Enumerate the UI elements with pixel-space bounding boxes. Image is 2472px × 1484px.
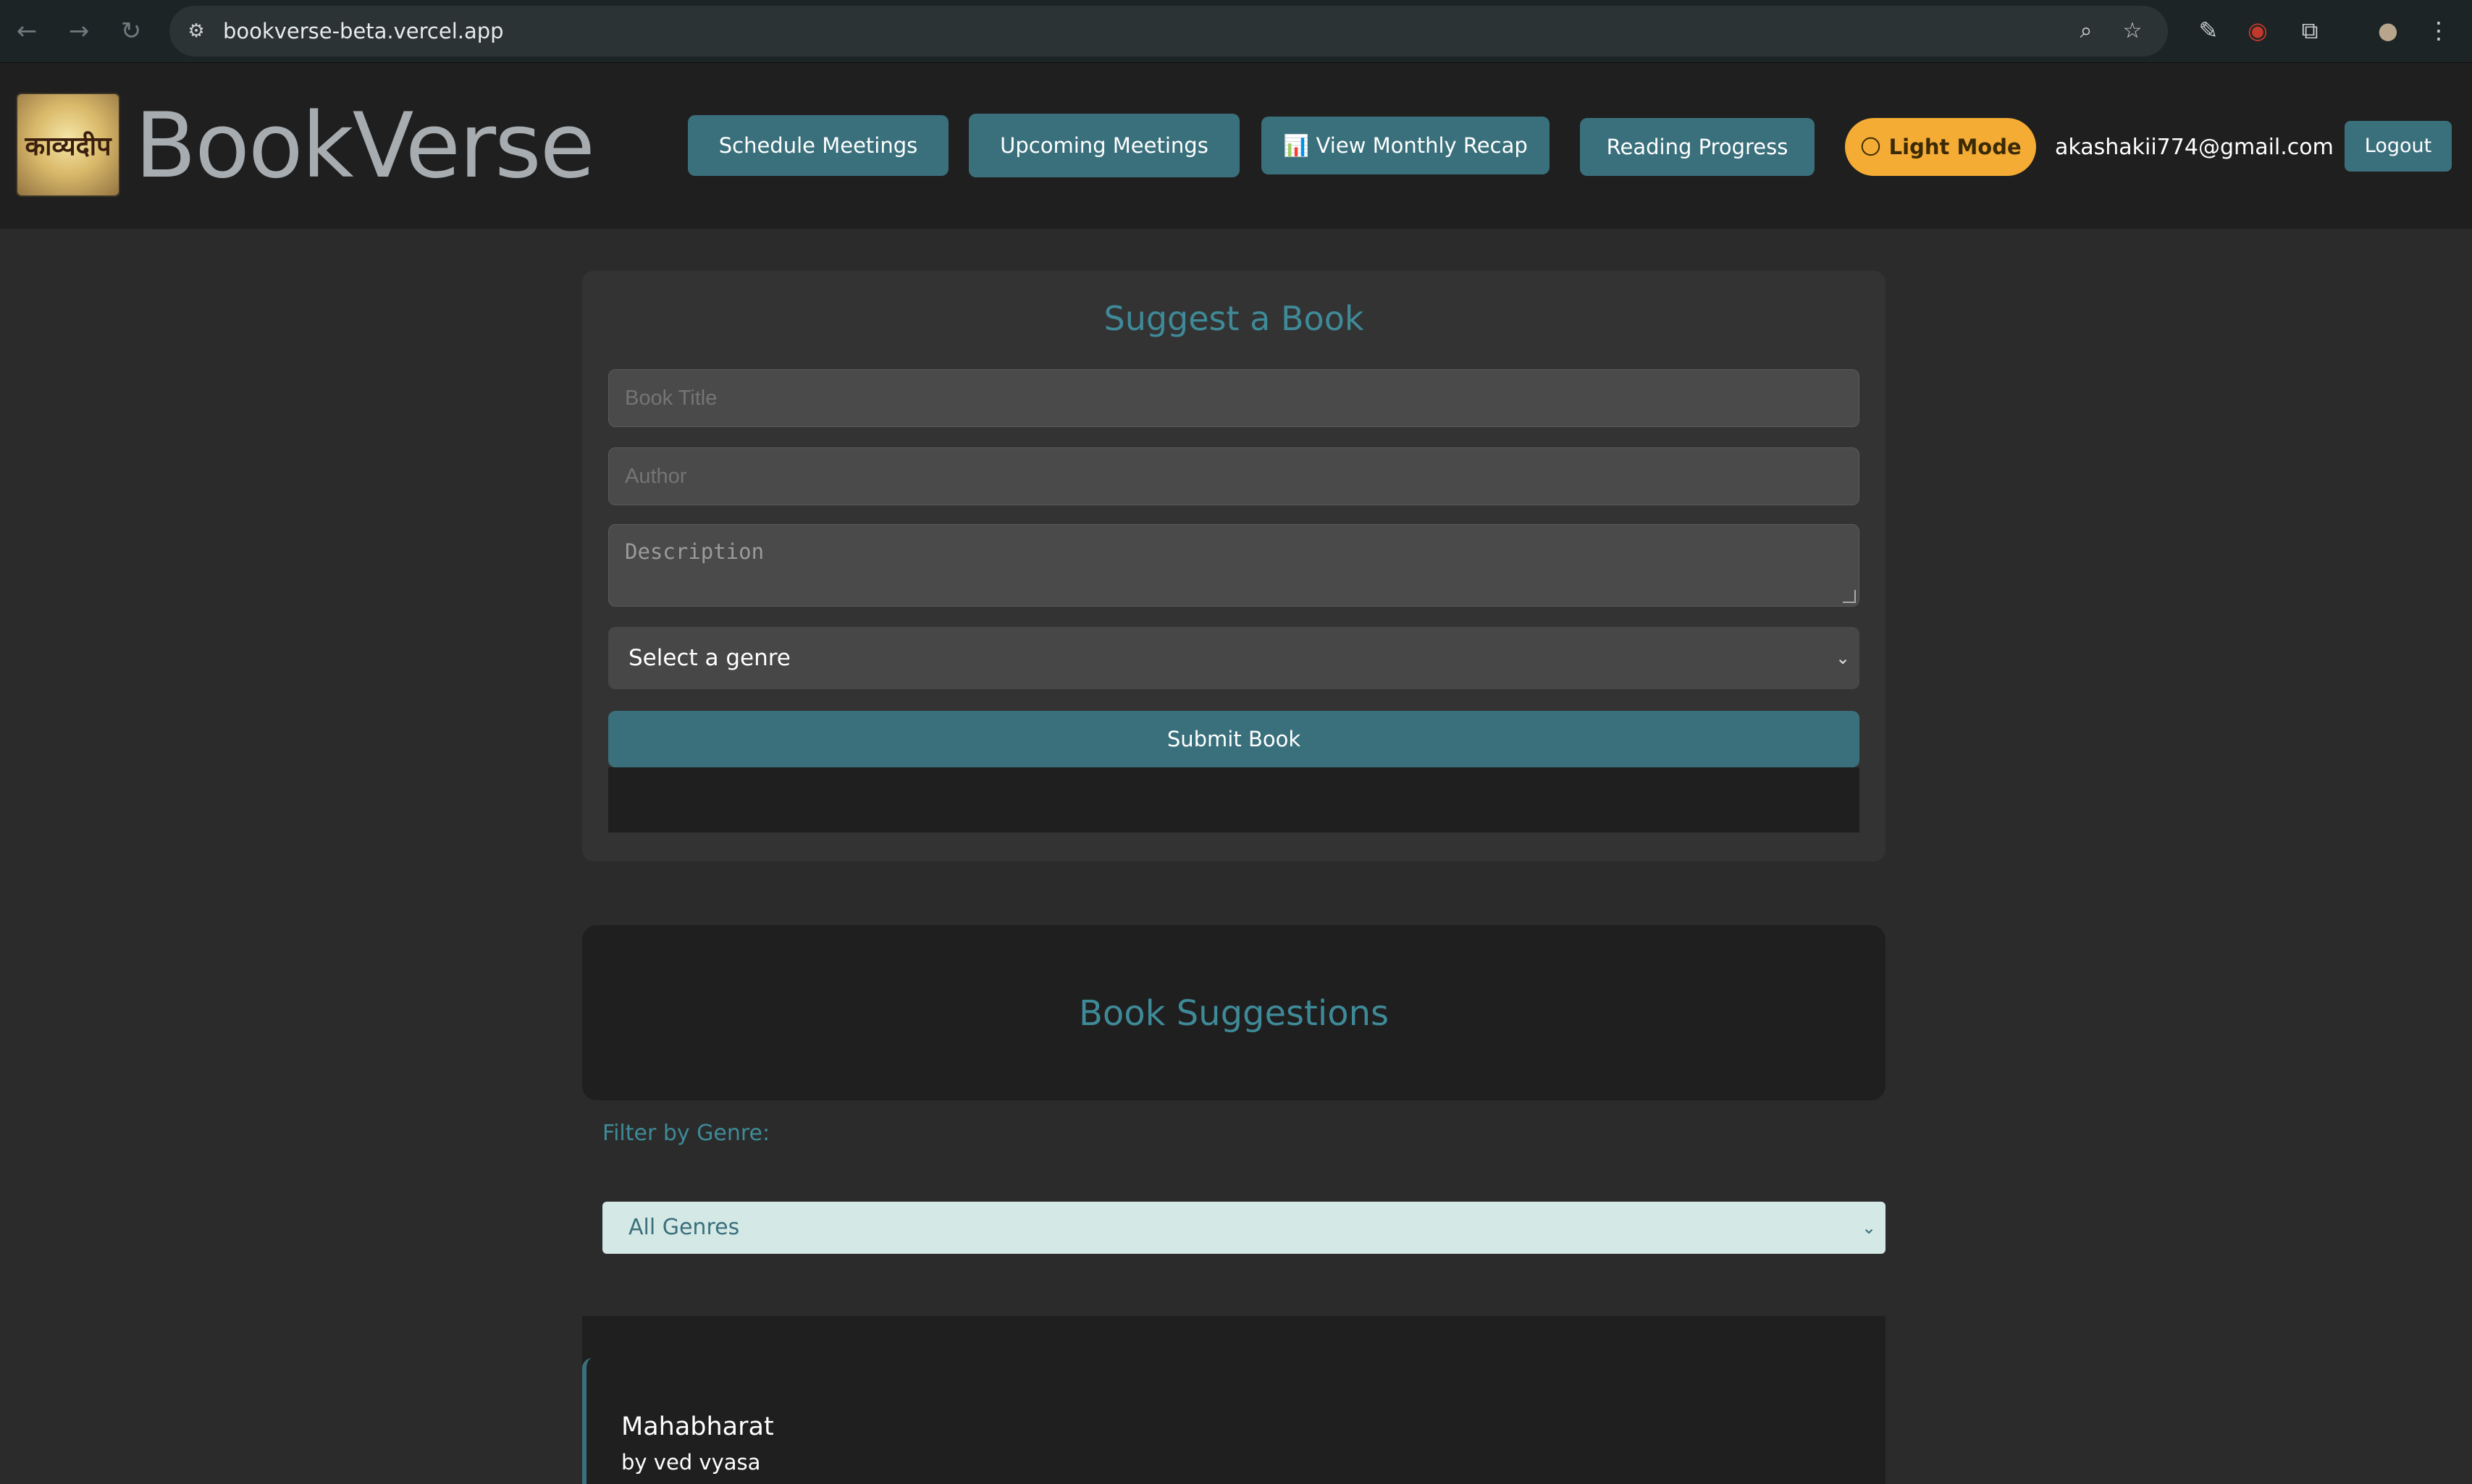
book-suggestions-header: Book Suggestions [582,925,1885,1100]
extension-record-icon[interactable]: ◉ [2240,13,2275,48]
user-email: akashakii774@gmail.com [2055,135,2334,160]
filter-genre-value: All Genres [628,1215,740,1240]
book-title-input[interactable] [608,369,1859,427]
light-mode-toggle[interactable]: 🌕 Light Mode [1845,118,2036,176]
browser-toolbar: ← → ↻ ⚙ bookverse-beta.vercel.app ⌕ ☆ ✎ … [0,0,2472,63]
bookmark-star-icon[interactable]: ☆ [2117,16,2148,46]
submit-book-button[interactable]: Submit Book [608,711,1859,767]
profile-avatar-icon[interactable]: ● [2371,13,2405,48]
genre-select-value: Select a genre [628,645,791,671]
suggest-book-card: Suggest a Book Description Select a genr… [582,271,1885,861]
book-author: by ved vyasa [621,1450,761,1475]
extensions-puzzle-icon[interactable]: ⧉ [2292,13,2327,48]
description-textarea[interactable]: Description [608,524,1859,607]
browser-menu-icon[interactable]: ⋮ [2421,13,2456,48]
schedule-meetings-button[interactable]: Schedule Meetings [688,115,949,176]
site-info-icon[interactable]: ⚙ [182,17,210,45]
reading-progress-button[interactable]: Reading Progress [1580,118,1815,176]
book-list: Mahabharat by ved vyasa [582,1316,1885,1484]
logo-text: काव्यदीप [25,131,112,161]
resize-handle[interactable] [1843,590,1856,603]
form-footer [608,767,1859,832]
logo[interactable]: काव्यदीप [16,93,120,197]
brand-title: BookVerse [135,94,595,198]
back-icon[interactable]: ← [9,13,45,49]
zoom-icon[interactable]: ⌕ [2071,16,2101,46]
app-header: काव्यदीप BookVerse Schedule Meetings Upc… [0,63,2472,229]
book-title: Mahabharat [621,1412,774,1441]
book-item[interactable]: Mahabharat by ved vyasa [582,1358,1890,1484]
suggest-book-title: Suggest a Book [1103,299,1364,338]
extension-pen-icon[interactable]: ✎ [2191,13,2226,48]
chevron-down-icon: ⌄ [1861,1218,1877,1238]
description-placeholder: Description [625,539,765,564]
genre-select[interactable]: Select a genre ⌄ [608,627,1859,689]
forward-icon[interactable]: → [61,13,97,49]
logout-button[interactable]: Logout [2345,121,2452,172]
view-monthly-recap-button[interactable]: 📊 View Monthly Recap [1261,117,1550,174]
upcoming-meetings-button[interactable]: Upcoming Meetings [969,114,1240,177]
filter-genre-select[interactable]: All Genres ⌄ [602,1202,1885,1254]
reload-icon[interactable]: ↻ [113,13,149,49]
address-bar[interactable]: ⚙ bookverse-beta.vercel.app ⌕ ☆ [169,6,2168,56]
book-suggestions-title: Book Suggestions [1078,993,1390,1034]
url-text[interactable]: bookverse-beta.vercel.app [223,16,504,46]
chevron-down-icon: ⌄ [1835,648,1851,668]
author-input[interactable] [608,447,1859,505]
filter-genre-label: Filter by Genre: [602,1121,770,1146]
